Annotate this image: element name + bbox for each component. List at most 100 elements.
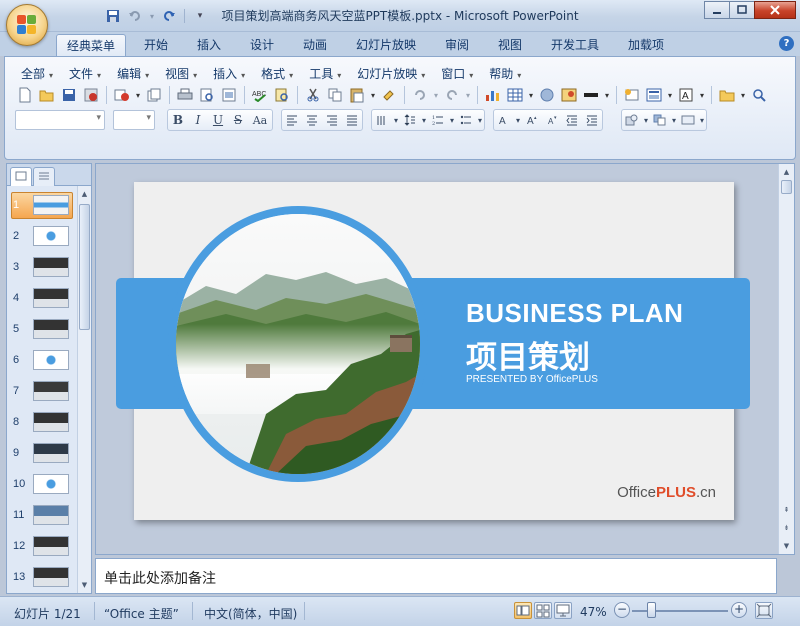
insert-table-icon[interactable] [505,85,525,105]
slide-thumbnail-image[interactable] [33,381,69,401]
undo-icon[interactable] [410,85,430,105]
font-color-dropdown-icon[interactable]: ▾ [514,110,522,130]
quick-print-icon[interactable] [219,85,239,105]
folder-dropdown-icon[interactable]: ▾ [739,85,747,105]
copy-icon[interactable] [325,85,345,105]
slide-presented-by[interactable]: PRESENTED BY OfficePLUS [466,374,598,385]
open-icon[interactable] [37,85,57,105]
tab-review[interactable]: 审阅 [435,34,479,56]
slide-thumbnail[interactable]: 11 [7,500,77,531]
tab-addins[interactable]: 加载项 [618,34,674,56]
slide-thumbnail[interactable]: 5 [7,314,77,345]
language-indicator[interactable]: 中文(简体，中国) [204,605,297,622]
tab-slideshow[interactable]: 幻灯片放映 [346,34,426,56]
help-icon[interactable]: ? [779,36,794,51]
new-icon[interactable] [15,85,35,105]
text-direction-dropdown-icon[interactable]: ▾ [392,110,400,130]
slide-thumbnail-image[interactable] [33,195,69,215]
menu-insert[interactable]: 插入 [207,63,255,84]
current-slide[interactable]: BUSINESS PLAN 项目策划 PRESENTED BY OfficePL… [116,182,750,520]
menu-edit[interactable]: 编辑 [111,63,159,84]
align-left-icon[interactable] [282,110,302,130]
scrollbar-thumb[interactable] [79,204,90,330]
slide-thumbnail-image[interactable] [33,412,69,432]
slide-thumbnail-image[interactable] [33,288,69,308]
scrollbar-thumb[interactable] [781,180,792,194]
menu-help[interactable]: 帮助 [483,63,531,84]
slides-pane-scrollbar[interactable]: ▲ ▼ [77,186,91,593]
line-spacing-dropdown-icon[interactable]: ▾ [420,110,428,130]
cut-icon[interactable] [303,85,323,105]
scroll-up-icon[interactable]: ▲ [79,188,90,200]
slide-title[interactable]: BUSINESS PLAN [466,298,683,329]
slide-thumbnail[interactable]: 2 [7,221,77,252]
slide-sorter-button[interactable] [534,602,552,619]
textbox-icon[interactable]: A [676,85,696,105]
slide-thumbnail-image[interactable] [33,350,69,370]
save-icon[interactable] [59,85,79,105]
slide-thumbnail-image[interactable] [33,319,69,339]
redo-dropdown-icon[interactable]: ▾ [464,85,472,105]
text-direction-icon[interactable] [372,110,392,130]
line-spacing-icon[interactable] [400,110,420,130]
scroll-up-icon[interactable]: ▲ [781,166,792,178]
menu-tools[interactable]: 工具 [303,63,351,84]
justify-icon[interactable] [342,110,362,130]
close-button[interactable] [754,1,796,19]
arrange-icon[interactable] [650,110,670,130]
slide-thumbnail[interactable]: 9 [7,438,77,469]
slide-thumbnail-image[interactable] [33,567,69,587]
normal-view-button[interactable] [514,602,532,619]
restore-button[interactable] [729,1,755,19]
menu-format[interactable]: 格式 [255,63,303,84]
new-slide-icon[interactable] [622,85,642,105]
menu-all[interactable]: 全部 [15,63,63,84]
layout-icon[interactable] [644,85,664,105]
fit-to-window-button[interactable] [755,602,773,619]
previous-slide-icon[interactable]: ⇞ [781,504,792,516]
slide-thumbnail-image[interactable] [33,443,69,463]
slide-photo[interactable] [168,206,428,482]
bold-button[interactable]: B [168,110,188,130]
line-dropdown-icon[interactable]: ▾ [603,85,611,105]
tab-classic-menu[interactable]: 经典菜单 [56,34,127,56]
minimize-button[interactable] [704,1,730,19]
spelling-icon[interactable]: ABC [250,85,270,105]
italic-button[interactable]: I [188,110,208,130]
grow-font-icon[interactable]: A ▴ [522,110,542,130]
insert-chart-icon[interactable] [483,85,503,105]
format-painter-icon[interactable] [379,85,399,105]
slide-thumbnail[interactable]: 13 [7,562,77,593]
slideshow-view-button[interactable] [554,602,572,619]
insert-clipart-icon[interactable] [559,85,579,105]
notes-pane[interactable]: 单击此处添加备注 [95,558,777,594]
tab-home[interactable]: 开始 [134,34,178,56]
layout-dropdown-icon[interactable]: ▾ [666,85,674,105]
tab-view[interactable]: 视图 [488,34,532,56]
slide-thumbnail[interactable]: 4 [7,283,77,314]
shrink-font-icon[interactable]: A ▾ [542,110,562,130]
slide-thumbnail[interactable]: 6 [7,345,77,376]
open-folder-icon[interactable] [717,85,737,105]
print-preview-icon[interactable] [197,85,217,105]
shapes-icon[interactable] [622,110,642,130]
zoom-in-button[interactable]: + [731,602,747,618]
print-icon[interactable] [175,85,195,105]
arrange-dropdown-icon[interactable]: ▾ [670,110,678,130]
slide-thumbnail-image[interactable] [33,505,69,525]
email-dropdown-icon[interactable]: ▾ [134,85,142,105]
bullets-dropdown-icon[interactable]: ▾ [476,110,484,130]
slide-thumbnail[interactable]: 12 [7,531,77,562]
tab-outline-view[interactable] [33,167,55,186]
numbering-icon[interactable]: 12 [428,110,448,130]
slide-thumbnail[interactable]: 1 [7,190,77,221]
insert-picture-icon[interactable] [537,85,557,105]
tab-design[interactable]: 设计 [240,34,284,56]
zoom-slider-thumb[interactable] [646,602,656,618]
increase-indent-icon[interactable] [582,110,602,130]
align-right-icon[interactable] [322,110,342,130]
tab-slides-view[interactable] [10,167,32,186]
slide-thumbnail-image[interactable] [33,536,69,556]
publish-icon[interactable] [144,85,164,105]
research-icon[interactable] [272,85,292,105]
